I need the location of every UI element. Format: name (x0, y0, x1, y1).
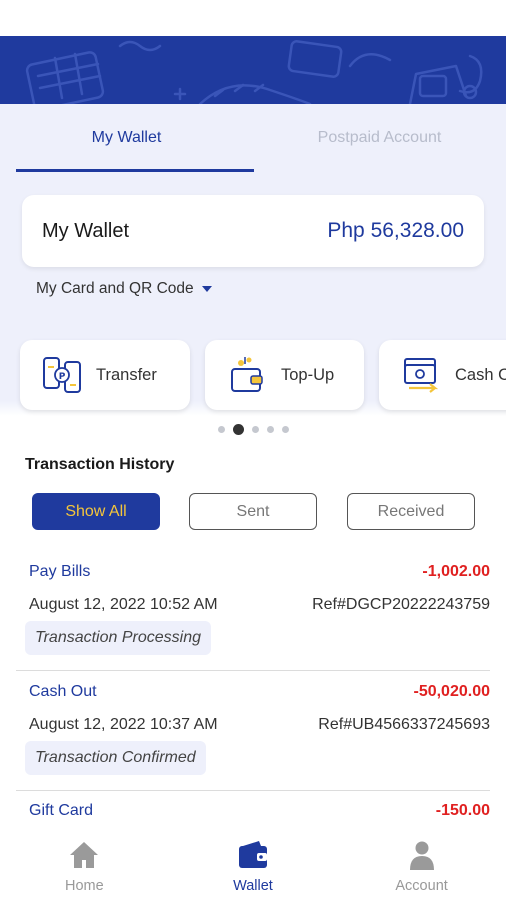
top-up-button[interactable]: Top-Up (205, 340, 364, 410)
filter-received-button[interactable]: Received (347, 493, 475, 530)
nav-home-label: Home (64, 878, 104, 894)
account-tabs: My Wallet Postpaid Account (0, 104, 506, 172)
caret-down-icon (201, 286, 212, 292)
top-up-label: Top-Up (281, 365, 335, 384)
transaction-reference: Ref#UB4566337245693 (318, 716, 490, 733)
carousel-dot-active[interactable] (232, 424, 244, 435)
filter-show-all-button[interactable]: Show All (32, 493, 160, 530)
transaction-type: Cash Out (29, 683, 97, 700)
balance-card[interactable]: My Wallet Php 56,328.00 (22, 195, 484, 267)
bottom-navigation: Home Wallet Account (0, 828, 506, 900)
transaction-amount: -50,020.00 (413, 683, 490, 700)
tab-postpaid-account[interactable]: Postpaid Account (253, 104, 506, 172)
nav-account[interactable]: Account (337, 828, 506, 900)
nav-wallet[interactable]: Wallet (169, 828, 338, 900)
transfer-button[interactable]: P Transfer (20, 340, 190, 410)
transaction-amount: -1,002.00 (422, 563, 490, 580)
carousel-dot[interactable] (217, 426, 225, 433)
carousel-dot[interactable] (251, 426, 259, 433)
transaction-history-title: Transaction History (25, 456, 175, 473)
svg-text:P: P (59, 372, 66, 382)
quick-actions: P Transfer Top-Up Cash Out (0, 316, 506, 416)
balance-title: My Wallet (42, 219, 130, 242)
balance-amount: Php 56,328.00 (327, 219, 464, 242)
transaction-type: Gift Card (29, 802, 94, 819)
wallet-icon (237, 840, 269, 874)
divider (16, 670, 490, 671)
card-qr-label: My Card and QR Code (36, 280, 194, 297)
header-banner (0, 36, 506, 104)
transaction-datetime: August 12, 2022 10:37 AM (29, 716, 218, 733)
transaction-status-badge: Transaction Confirmed (25, 741, 206, 775)
transaction-item[interactable]: Gift Card -150.00 (16, 802, 490, 828)
wallet-panel: My Wallet Postpaid Account My Wallet Php… (0, 104, 506, 316)
cash-out-icon (401, 355, 441, 395)
history-filters: Show All Sent Received (0, 493, 506, 530)
cash-out-label: Cash Out (455, 365, 506, 384)
wallet-topup-icon (227, 355, 267, 395)
divider (16, 790, 490, 791)
home-icon (68, 840, 100, 874)
transaction-item[interactable]: Cash Out -50,020.00 August 12, 2022 10:3… (16, 683, 490, 791)
transaction-datetime: August 12, 2022 10:52 AM (29, 596, 218, 613)
transaction-status-badge: Transaction Processing (25, 621, 211, 655)
nav-account-label: Account (395, 878, 448, 894)
nav-home[interactable]: Home (0, 828, 169, 900)
transaction-amount: -150.00 (435, 802, 490, 819)
transfer-label: Transfer (96, 365, 157, 384)
transaction-reference: Ref#DGCP20222243759 (312, 596, 490, 613)
transfer-phones-icon: P (42, 355, 82, 395)
banner-pattern-icon (25, 40, 483, 104)
person-icon (406, 840, 438, 874)
carousel-dots (0, 424, 506, 435)
nav-wallet-label: Wallet (233, 878, 273, 894)
tab-my-wallet[interactable]: My Wallet (0, 104, 253, 172)
transaction-item[interactable]: Pay Bills -1,002.00 August 12, 2022 10:5… (16, 563, 490, 671)
transaction-type: Pay Bills (29, 563, 91, 580)
carousel-dot[interactable] (266, 426, 274, 433)
card-qr-dropdown[interactable]: My Card and QR Code (36, 280, 212, 298)
filter-sent-button[interactable]: Sent (189, 493, 317, 530)
status-bar (0, 0, 506, 36)
active-tab-indicator (16, 169, 254, 172)
carousel-dot[interactable] (281, 426, 289, 433)
cash-out-button[interactable]: Cash Out (379, 340, 506, 410)
